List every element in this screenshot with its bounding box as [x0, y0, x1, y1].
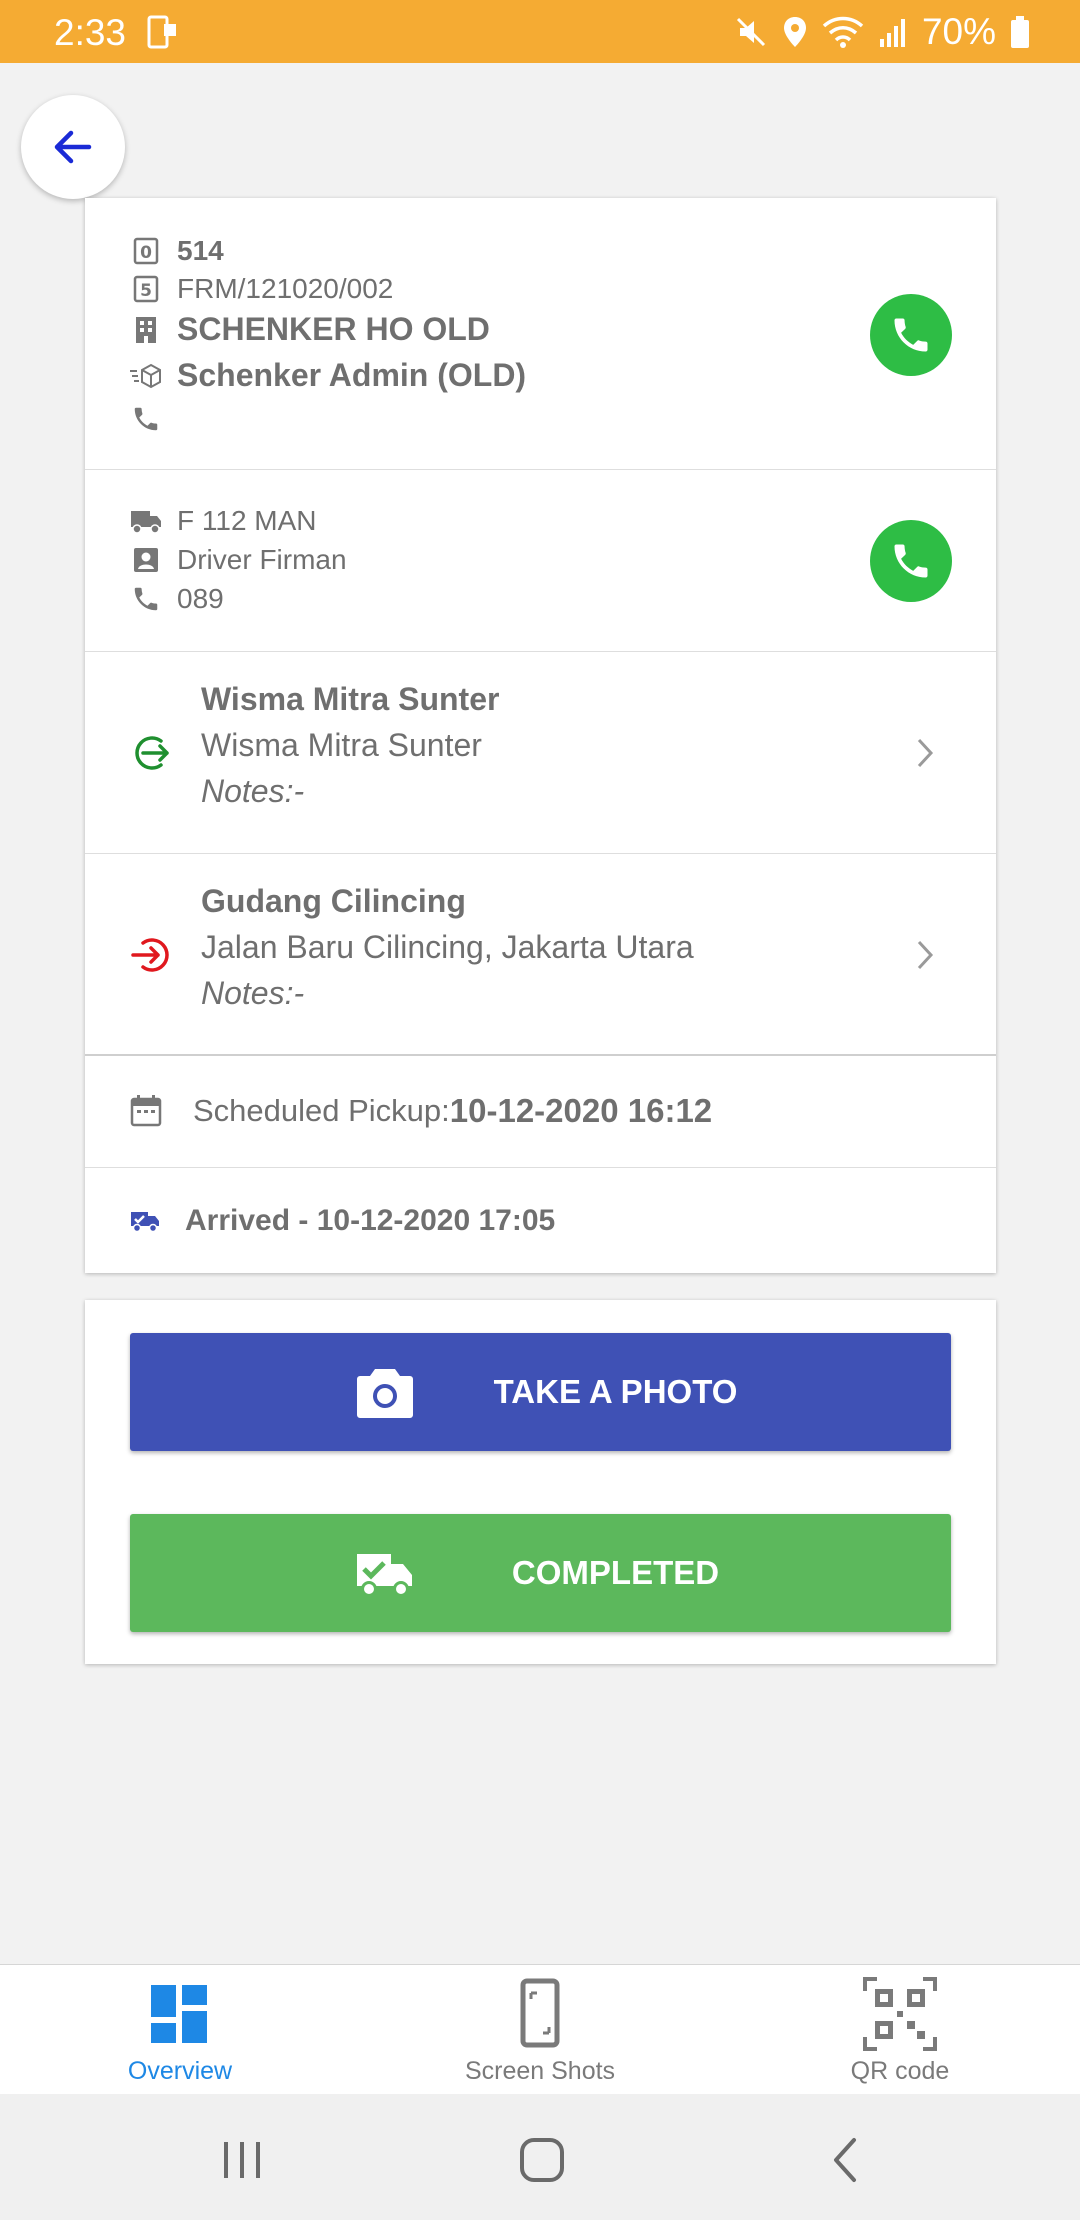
location-icon: [783, 17, 806, 47]
truck-check-icon: [131, 1212, 159, 1233]
tab-screen-shots-label: Screen Shots: [464, 2057, 616, 2085]
package-delivery-icon: [129, 359, 163, 393]
pickup-address: Wisma Mitra Sunter: [201, 727, 482, 763]
order-number-row: 0 514: [129, 234, 224, 268]
screenshot-notification-icon: [147, 15, 176, 49]
company-row: SCHENKER HO OLD: [129, 311, 490, 348]
driver-phone: 089: [177, 583, 224, 614]
driver-row: Driver Firman: [129, 543, 347, 577]
home-icon[interactable]: [512, 2130, 572, 2190]
svg-text:5: 5: [140, 281, 152, 301]
take-photo-button[interactable]: TAKE A PHOTO: [130, 1333, 951, 1451]
dropoff-notes: Notes:-: [201, 975, 305, 1011]
contact-name: Schenker Admin (OLD): [177, 357, 527, 393]
take-photo-label: TAKE A PHOTO: [493, 1373, 738, 1410]
pickup-location-item[interactable]: Wisma Mitra Sunter Wisma Mitra Sunter No…: [85, 652, 996, 854]
scheduled-pickup-row: Scheduled Pickup: 10-12-2020 16:12: [129, 1092, 712, 1130]
arrival-status-text: Arrived - 10-12-2020 17:05: [185, 1204, 556, 1237]
scheduled-pickup-value: 10-12-2020 16:12: [449, 1092, 713, 1129]
phone-icon: [894, 318, 928, 352]
contact-phone-row: [129, 402, 177, 436]
vehicle-plate: F 112 MAN: [177, 505, 317, 536]
order-code-row: 5 FRM/121020/002: [129, 272, 393, 306]
dropoff-address: Jalan Baru Cilincing, Jakarta Utara: [201, 929, 694, 965]
battery-percent: 70%: [921, 11, 996, 52]
completed-button[interactable]: COMPLETED: [130, 1514, 951, 1632]
call-driver-button[interactable]: [870, 520, 952, 602]
dropoff-enter-icon: [131, 938, 169, 972]
order-detail-card: 0 514 5 FRM/121020/002 SCHENKER HO OLD S…: [85, 198, 996, 1273]
battery-icon: [1011, 16, 1029, 48]
back-button[interactable]: [21, 95, 125, 199]
pickup-notes: Notes:-: [201, 773, 305, 809]
system-navigation-bar: [0, 2094, 1080, 2220]
svg-text:0: 0: [140, 243, 152, 263]
code-box-icon: 5: [129, 272, 163, 306]
phone-icon: [894, 544, 928, 578]
order-code: FRM/121020/002: [177, 273, 394, 304]
driver-phone-row: 089: [129, 582, 224, 616]
status-icons: 70%: [734, 10, 1030, 54]
phone-icon: [129, 402, 163, 436]
dropoff-location-item[interactable]: Gudang Cilincing Jalan Baru Cilincing, J…: [85, 854, 996, 1056]
chevron-right-icon: [917, 738, 934, 768]
tab-qr-code-label: QR code: [850, 2057, 950, 2085]
status-time: 2:33: [54, 12, 127, 53]
actions-card: TAKE A PHOTO COMPLETED: [85, 1300, 996, 1664]
contact-row: Schenker Admin (OLD): [129, 357, 526, 394]
pickup-title: Wisma Mitra Sunter: [201, 681, 500, 717]
recent-apps-icon[interactable]: [212, 2130, 272, 2190]
number-box-icon: 0: [129, 234, 163, 268]
tab-overview[interactable]: Overview: [0, 1965, 360, 2095]
qr-code-icon: [863, 1977, 937, 2051]
scheduled-pickup-section: Scheduled Pickup: 10-12-2020 16:12: [85, 1056, 996, 1168]
completed-label: COMPLETED: [511, 1554, 720, 1591]
pickup-text: Wisma Mitra Sunter Wisma Mitra Sunter No…: [201, 676, 499, 814]
truck-icon: [129, 504, 163, 538]
pickup-exit-icon: [135, 736, 169, 770]
signal-icon: [879, 19, 905, 47]
mute-icon: [736, 17, 765, 47]
order-number: 514: [177, 235, 224, 266]
tab-screen-shots[interactable]: Screen Shots: [360, 1965, 720, 2095]
arrow-back-icon: [54, 130, 92, 164]
dropoff-text: Gudang Cilincing Jalan Baru Cilincing, J…: [201, 878, 694, 1016]
arrival-status-row: Arrived - 10-12-2020 17:05: [129, 1204, 555, 1238]
building-icon: [129, 313, 163, 347]
order-info-section: 0 514 5 FRM/121020/002 SCHENKER HO OLD S…: [85, 198, 996, 470]
dashboard-icon: [151, 1985, 207, 2043]
scheduled-pickup-label: Scheduled Pickup:: [193, 1093, 450, 1128]
vehicle-row: F 112 MAN: [129, 504, 317, 538]
arrival-status-section: Arrived - 10-12-2020 17:05: [85, 1168, 996, 1273]
company-name: SCHENKER HO OLD: [177, 311, 490, 347]
bottom-navigation: Overview Screen Shots QR code: [0, 1964, 1080, 2094]
tab-qr-code[interactable]: QR code: [720, 1965, 1080, 2095]
calendar-icon: [130, 1095, 162, 1127]
phone-icon: [129, 582, 163, 616]
status-bar: 2:33 70%: [0, 0, 1080, 63]
dropoff-title: Gudang Cilincing: [201, 883, 466, 919]
chevron-right-icon: [917, 940, 934, 970]
phone-screenshot-icon: [520, 1978, 560, 2048]
call-contact-button[interactable]: [870, 294, 952, 376]
tab-overview-label: Overview: [127, 2057, 233, 2085]
account-box-icon: [129, 543, 163, 577]
driver-name: Driver Firman: [177, 544, 347, 575]
wifi-icon: [822, 16, 864, 48]
back-nav-icon[interactable]: [816, 2130, 876, 2190]
vehicle-driver-section: F 112 MAN Driver Firman 089: [85, 470, 996, 652]
